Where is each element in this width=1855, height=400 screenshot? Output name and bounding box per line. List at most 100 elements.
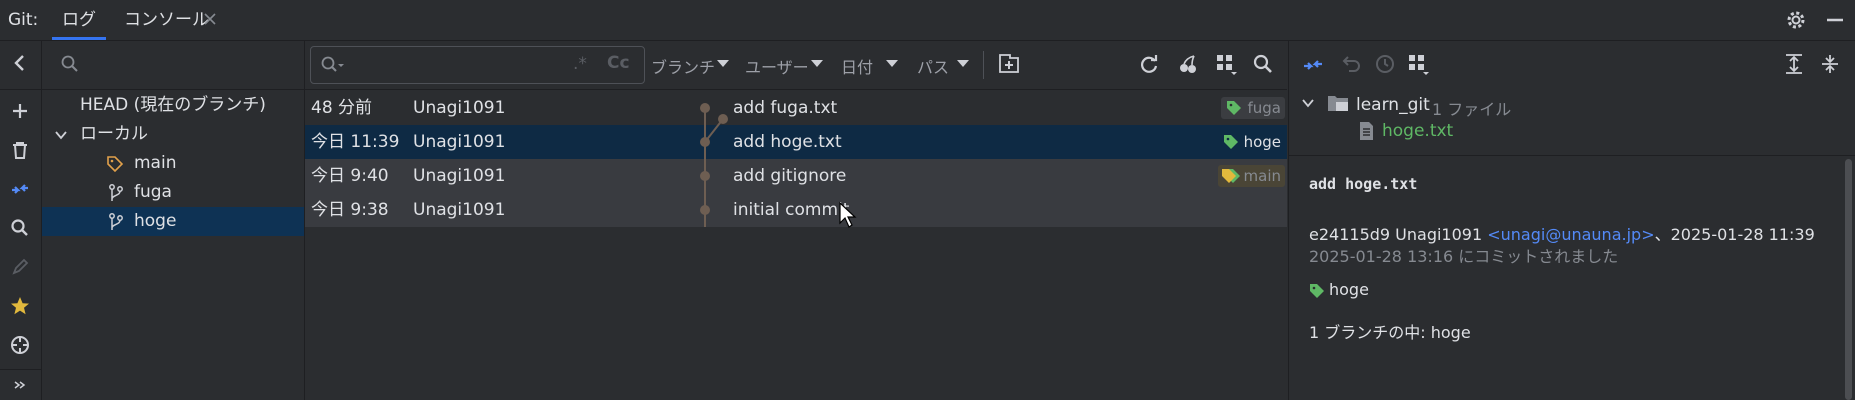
commit-message: initial commit	[733, 200, 850, 220]
commit-node	[700, 137, 710, 147]
repo-name: learn_git	[1356, 95, 1430, 115]
match-case-toggle[interactable]: Cc	[607, 53, 630, 73]
branch-head-item[interactable]: HEAD (現在のブランチ)	[42, 91, 304, 120]
branch-label: main	[134, 153, 177, 173]
group-by-icon[interactable]	[1407, 53, 1431, 77]
chevron-down-icon[interactable]	[886, 60, 898, 68]
commit-tag-label: fuga	[1247, 99, 1281, 117]
details-scrollbar[interactable]	[1845, 159, 1852, 400]
branch-item-hoge[interactable]: hoge	[42, 207, 304, 236]
branch-icon	[108, 184, 124, 202]
collapse-all-icon[interactable]	[1819, 53, 1841, 75]
fetch-icon[interactable]	[8, 177, 32, 201]
commit-tag[interactable]: fuga	[1221, 97, 1285, 119]
chevron-down-icon[interactable]	[811, 60, 823, 68]
tab-log[interactable]: ログ	[52, 0, 106, 40]
date-filter-label[interactable]: 日付	[841, 54, 873, 78]
commit-node	[700, 171, 710, 181]
edit-icon[interactable]	[8, 255, 32, 279]
history-icon[interactable]	[1374, 53, 1396, 75]
view-options-icon[interactable]	[1215, 53, 1239, 77]
author-email-link[interactable]: <unagi@unauna.jp>	[1487, 225, 1654, 244]
commit-author: Unagi1091	[413, 98, 506, 118]
details-divider	[1289, 155, 1855, 156]
toolbar-divider-bottom	[0, 369, 41, 370]
path-filter-label[interactable]: パス	[917, 54, 949, 78]
minimize-icon[interactable]	[1824, 9, 1846, 31]
tag-icon	[1226, 100, 1244, 116]
star-icon[interactable]	[8, 294, 32, 318]
commit-graph	[700, 103, 728, 227]
commit-author: Unagi1091	[413, 166, 506, 186]
commit-node	[700, 103, 710, 113]
regex-toggle[interactable]: .*	[573, 54, 587, 74]
branch-icon	[108, 213, 124, 231]
commit-row[interactable]: 今日 9:38 Unagi1091 initial commit	[305, 193, 1287, 227]
chevron-down-icon[interactable]	[1301, 97, 1315, 109]
commit-author: Unagi1091	[413, 132, 506, 152]
branch-item-fuga[interactable]: fuga	[42, 178, 304, 207]
search-icon[interactable]	[8, 216, 32, 240]
mouse-cursor	[839, 201, 857, 228]
commit-tag[interactable]: main	[1217, 165, 1285, 187]
commit-row[interactable]: 今日 11:39 Unagi1091 add hoge.txt hoge	[305, 125, 1287, 159]
chevron-down-icon[interactable]	[717, 60, 729, 68]
branch-filter-label[interactable]: ブランチ	[651, 54, 715, 78]
branch-item-main[interactable]: main	[42, 149, 304, 178]
user-filter-label[interactable]: ユーザー	[745, 54, 809, 78]
chevron-down-icon[interactable]	[957, 60, 969, 68]
branch-label: hoge	[134, 211, 177, 231]
commit-tag-label: main	[1243, 167, 1281, 185]
new-tab-icon[interactable]	[997, 53, 1021, 75]
folder-icon	[1327, 93, 1349, 113]
gear-icon[interactable]	[1785, 9, 1807, 31]
commit-row[interactable]: 今日 9:40 Unagi1091 add gitignore main	[305, 159, 1287, 193]
branches-panel: HEAD (現在のブランチ) ローカル main fuga hoge	[42, 41, 305, 400]
expand-more-icon[interactable]	[8, 373, 32, 397]
branch-search-icon[interactable]	[60, 54, 80, 74]
left-toolbar	[0, 41, 42, 400]
commit-message: add gitignore	[733, 166, 847, 186]
branch-label: fuga	[134, 182, 172, 202]
trash-icon[interactable]	[8, 138, 32, 162]
change-count: 1 ファイル	[1432, 100, 1512, 119]
commit-time: 今日 9:40	[311, 166, 389, 186]
head-label: HEAD (現在のブランチ)	[80, 95, 266, 115]
tool-window-header: Git: ログ コンソール	[0, 0, 1855, 41]
commit-details-panel: learn_git 1 ファイル hoge.txt add hoge.txt e…	[1288, 41, 1855, 400]
collapse-left-icon[interactable]	[8, 51, 32, 75]
commit-row[interactable]: 48 分前 Unagi1091 add fuga.txt fuga	[305, 91, 1287, 125]
log-search-input[interactable]	[351, 53, 575, 77]
search-history-icon[interactable]	[320, 55, 346, 75]
commit-time: 今日 9:38	[311, 200, 389, 220]
tab-console[interactable]: コンソール	[124, 0, 209, 40]
undo-icon[interactable]	[1341, 53, 1363, 75]
fetch-icon[interactable]	[1301, 53, 1325, 77]
commit-tag-label: hoge	[1243, 133, 1281, 151]
chevron-down-icon[interactable]	[54, 129, 68, 141]
commit-message: add fuga.txt	[733, 98, 838, 118]
commit-tag[interactable]: hoge	[1218, 131, 1285, 153]
refresh-icon[interactable]	[1138, 53, 1160, 75]
cherry-pick-icon[interactable]	[1177, 53, 1199, 75]
commit-time: 今日 11:39	[311, 132, 400, 152]
commit-message: add hoge.txt	[733, 132, 842, 152]
expand-all-icon[interactable]	[1783, 53, 1805, 75]
changed-file[interactable]: hoge.txt	[1382, 121, 1453, 141]
commit-author: Unagi1091	[413, 200, 506, 220]
commit-subject: add hoge.txt	[1309, 175, 1418, 193]
tags-icon	[1221, 168, 1243, 184]
committed-date: 2025-01-28 13:16 にコミットされました	[1309, 247, 1619, 266]
commit-time: 48 分前	[311, 98, 373, 118]
git-prefix-label: Git:	[8, 10, 39, 30]
search-icon[interactable]	[1252, 53, 1274, 75]
toolbar-divider	[0, 89, 41, 90]
add-icon[interactable]	[8, 99, 32, 123]
branch-search-divider	[42, 89, 304, 90]
text-file-icon	[1357, 121, 1375, 141]
target-icon[interactable]	[8, 333, 32, 357]
branch-group-local[interactable]: ローカル	[42, 120, 304, 149]
local-label: ローカル	[80, 124, 148, 144]
close-tab-icon[interactable]	[202, 11, 218, 27]
log-search-field[interactable]: .* Cc	[310, 46, 645, 84]
